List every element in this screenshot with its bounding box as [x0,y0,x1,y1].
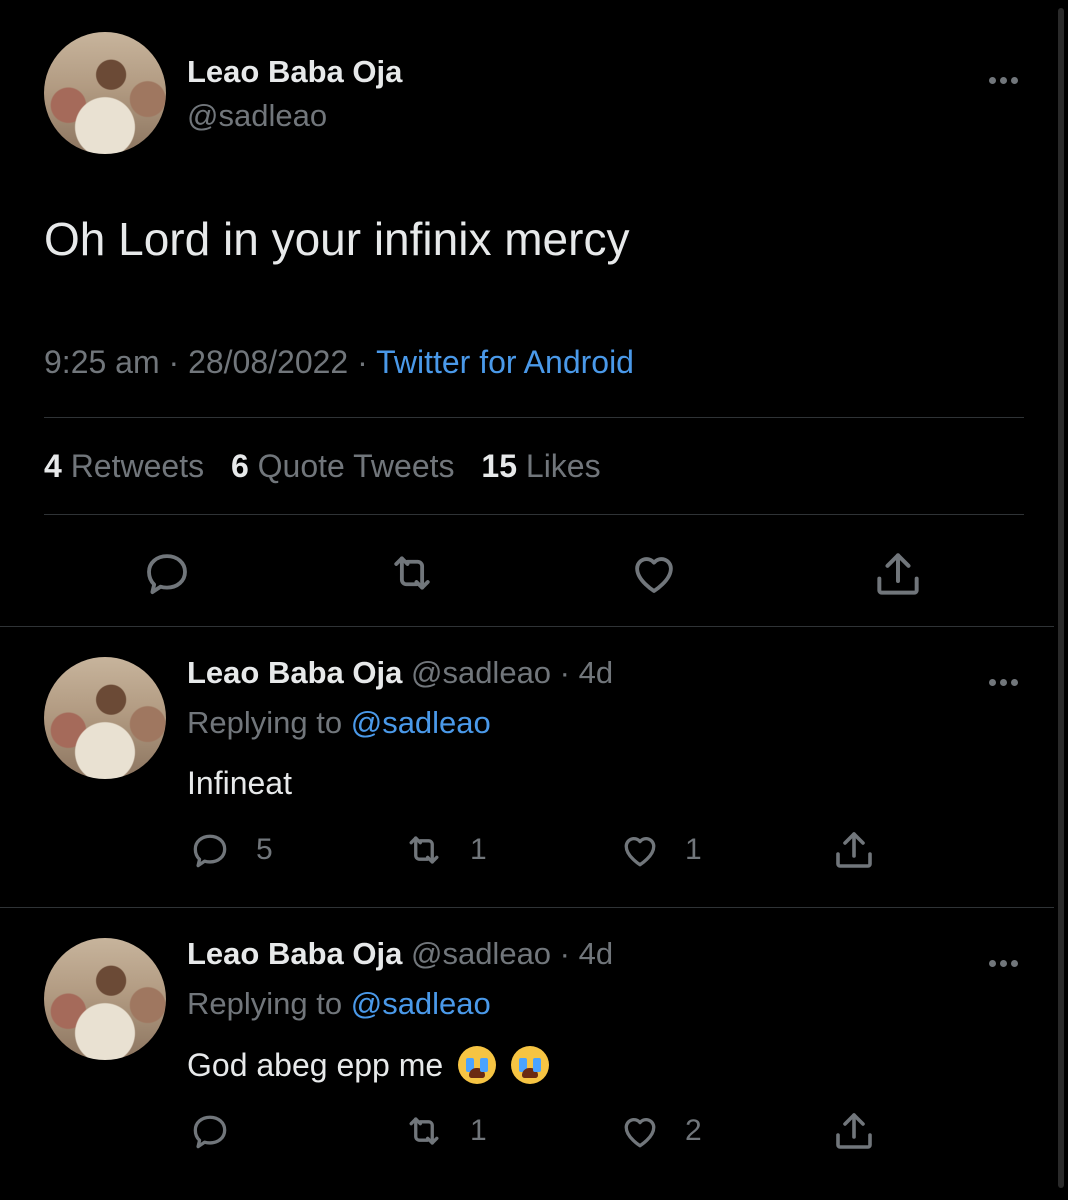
avatar[interactable] [44,938,166,1060]
reply-count: 5 [256,833,273,866]
replying-label: Replying to [187,705,343,740]
divider [44,514,1024,515]
reply-icon[interactable] [140,546,194,600]
more-options-icon[interactable] [985,941,1018,975]
reply-icon[interactable] [188,1109,232,1153]
like-count: 1 [685,833,702,866]
divider [0,907,1054,908]
share-icon[interactable] [830,1107,878,1155]
more-options-icon[interactable] [985,58,1018,92]
tweet-time[interactable]: 9:25 am [44,344,160,380]
reply-text: God abeg epp me [187,1047,444,1083]
meta-separator: · [357,344,368,380]
retweets-stat[interactable]: 4 Retweets [44,448,204,484]
crying-face-icon [458,1046,497,1084]
retweet-icon[interactable] [400,1109,448,1153]
likes-stat[interactable]: 15 Likes [481,448,600,484]
retweet-icon[interactable] [385,546,439,600]
avatar[interactable] [44,32,166,154]
author-handle[interactable]: @sadleao [187,98,327,134]
author-name[interactable]: Leao Baba Oja [187,54,402,90]
quote-tweets-stat[interactable]: 6 Quote Tweets [231,448,455,484]
scrollbar[interactable] [1054,0,1068,1200]
retweet-count: 1 [470,1114,487,1147]
divider [0,626,1054,627]
tweet-text: Oh Lord in your infinix mercy [44,213,630,265]
replying-label: Replying to [187,986,343,1021]
meta-separator: · [168,344,180,380]
more-options-icon[interactable] [985,660,1018,694]
reply-text: Infineat [187,765,292,801]
avatar[interactable] [44,657,166,779]
replying-to-link[interactable]: @sadleao [351,705,491,740]
reply-text-line: God abeg epp me [187,1046,549,1084]
author-handle[interactable]: @sadleao [411,655,551,690]
retweet-icon[interactable] [400,828,448,872]
retweet-count: 1 [470,833,487,866]
share-icon[interactable] [870,546,926,602]
replying-to: Replying to @sadleao [187,986,491,1022]
reply-header: Leao Baba Oja @sadleao · 4d [187,936,613,972]
tweet-age[interactable]: · 4d [560,655,613,690]
author-name[interactable]: Leao Baba Oja [187,655,402,690]
divider [44,417,1024,418]
reply-header: Leao Baba Oja @sadleao · 4d [187,655,613,691]
author-handle[interactable]: @sadleao [411,936,551,971]
tweet-meta: 9:25 am · 28/08/2022 · Twitter for Andro… [44,344,634,381]
crying-face-icon [510,1046,549,1084]
like-icon[interactable] [616,1109,664,1153]
tweet-date[interactable]: 28/08/2022 [188,344,348,380]
like-count: 2 [685,1114,702,1147]
author-name[interactable]: Leao Baba Oja [187,936,402,971]
tweet-stats: 4 Retweets 6 Quote Tweets 15 Likes [44,448,601,485]
replying-to-link[interactable]: @sadleao [351,986,491,1021]
like-icon[interactable] [616,828,664,872]
scrollbar-thumb[interactable] [1058,8,1064,1188]
share-icon[interactable] [830,826,878,874]
like-icon[interactable] [626,546,682,600]
replying-to: Replying to @sadleao [187,705,491,741]
tweet-age[interactable]: · 4d [560,936,613,971]
tweet-source-link[interactable]: Twitter for Android [376,344,634,380]
reply-icon[interactable] [188,828,232,872]
